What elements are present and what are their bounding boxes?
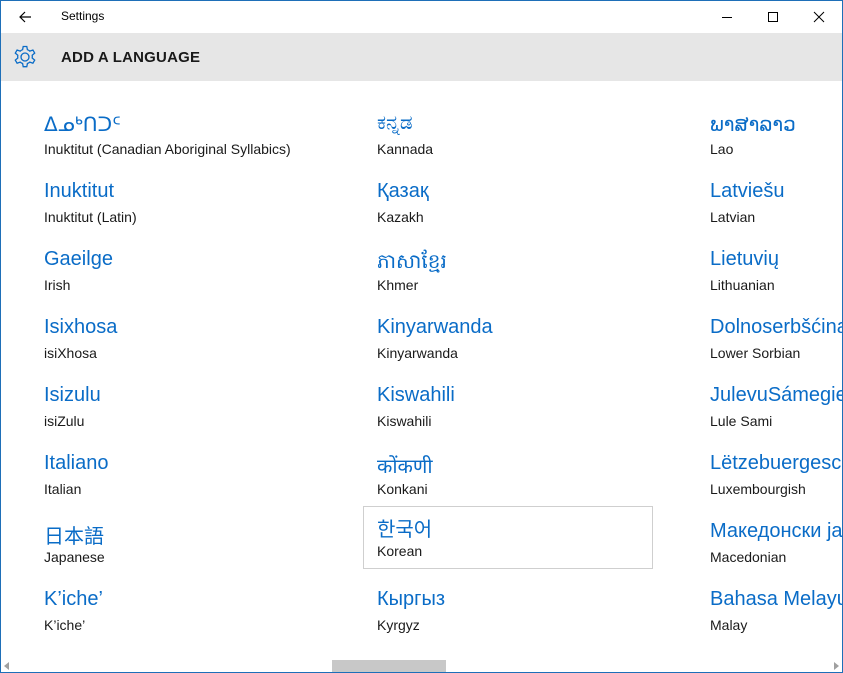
language-english-name: Kiswahili: [377, 413, 432, 429]
language-native-name: Inuktitut: [44, 180, 115, 202]
language-native-name: Bahasa Melayu: [710, 588, 842, 610]
language-tile[interactable]: Inuktitut Inuktitut (Latin): [33, 171, 323, 233]
language-native-name: Lietuvių: [710, 248, 779, 270]
language-tile[interactable]: K’iche’ K’iche’: [33, 579, 323, 641]
language-english-name: Inuktitut (Latin): [44, 209, 137, 225]
back-arrow-icon: [19, 11, 31, 23]
language-english-name: Inuktitut (Canadian Aboriginal Syllabics…: [44, 141, 291, 157]
language-tile[interactable]: Қазақ Kazakh: [366, 171, 656, 233]
language-tile[interactable]: ភាសាខ្មែរ Khmer: [366, 239, 656, 301]
language-english-name: Luxembourgish: [710, 481, 806, 497]
language-native-name: Lëtzebuergesch: [710, 452, 842, 474]
language-tile[interactable]: ພາສາລາວ Lao: [699, 103, 842, 165]
language-tile-selected[interactable]: 한국어 Korean: [363, 506, 653, 569]
language-native-name: ಕನ್ನಡ: [377, 112, 413, 134]
language-native-name: ພາສາລາວ: [710, 114, 796, 136]
scroll-thumb[interactable]: [332, 660, 446, 672]
language-english-name: Macedonian: [710, 549, 787, 565]
language-native-name: Isizulu: [44, 384, 101, 406]
language-tile[interactable]: Bahasa Melayu Malay: [699, 579, 842, 641]
language-native-name: Кыргыз: [377, 588, 445, 610]
language-tile[interactable]: Italiano Italian: [33, 443, 323, 505]
language-tile[interactable]: Lëtzebuergesch Luxembourgish: [699, 443, 842, 505]
language-english-name: Khmer: [377, 277, 419, 293]
scroll-right-icon[interactable]: [834, 662, 839, 670]
language-tile[interactable]: Isixhosa isiXhosa: [33, 307, 323, 369]
language-english-name: Kyrgyz: [377, 617, 420, 633]
language-tile[interactable]: Dolnoserbšćina Lower Sorbian: [699, 307, 842, 369]
language-english-name: Lithuanian: [710, 277, 775, 293]
language-native-name: Dolnoserbšćina: [710, 316, 842, 338]
language-english-name: Kannada: [377, 141, 434, 157]
maximize-icon: [768, 12, 778, 22]
language-tile[interactable]: Isizulu isiZulu: [33, 375, 323, 437]
back-button[interactable]: [9, 1, 41, 33]
gear-icon: [14, 45, 36, 68]
language-english-name: Lower Sorbian: [710, 345, 801, 361]
language-native-name: Қазақ: [377, 180, 429, 202]
language-tile[interactable]: Latviešu Latvian: [699, 171, 842, 233]
language-native-name: Italiano: [44, 452, 109, 474]
language-native-name: Gaeilge: [44, 248, 113, 270]
language-native-name: ᐃᓄᒃᑎᑐᑦ: [44, 114, 121, 136]
minimize-icon: [722, 17, 732, 18]
language-english-name: Malay: [710, 617, 748, 633]
language-native-name: ភាសាខ្មែរ: [377, 251, 447, 273]
title-bar: Settings: [1, 1, 842, 33]
language-english-name: Kazakh: [377, 209, 424, 225]
language-english-name: Lule Sami: [710, 413, 773, 429]
language-english-name: isiZulu: [44, 413, 85, 429]
close-icon: [813, 11, 825, 23]
language-english-name: Irish: [44, 277, 71, 293]
page-header: ADD A LANGUAGE: [1, 33, 842, 81]
language-tile[interactable]: ᐃᓄᒃᑎᑐᑦ Inuktitut (Canadian Aboriginal Sy…: [33, 103, 323, 165]
language-native-name: कोंकणी: [377, 456, 433, 478]
settings-window: Settings ADD A LANGUAGE ᐃᓄᒃᑎᑐᑦ Inuktitut…: [0, 0, 843, 673]
language-tile[interactable]: JulevuSámegiella Lule Sami: [699, 375, 842, 437]
language-native-name: Kiswahili: [377, 384, 455, 406]
maximize-button[interactable]: [750, 1, 796, 33]
language-tile[interactable]: 日本語 Japanese: [33, 511, 323, 573]
language-native-name: 한국어: [377, 519, 433, 541]
language-native-name: Isixhosa: [44, 316, 118, 338]
language-tile[interactable]: Kinyarwanda Kinyarwanda: [366, 307, 656, 369]
language-native-name: K’iche’: [44, 588, 103, 610]
app-title: Settings: [61, 9, 105, 23]
language-tile[interactable]: Gaeilge Irish: [33, 239, 323, 301]
scroll-left-icon[interactable]: [4, 662, 9, 670]
language-grid: ᐃᓄᒃᑎᑐᑦ Inuktitut (Canadian Aboriginal Sy…: [1, 81, 842, 661]
close-button[interactable]: [796, 1, 842, 33]
language-tile[interactable]: Lietuvių Lithuanian: [699, 239, 842, 301]
language-tile[interactable]: Кыргыз Kyrgyz: [366, 579, 656, 641]
language-native-name: Македонски јазик: [710, 520, 842, 542]
language-tile[interactable]: ಕನ್ನಡ Kannada: [366, 103, 656, 165]
language-tile[interactable]: Македонски јазик Macedonian: [699, 511, 842, 573]
language-english-name: Lao: [710, 141, 734, 157]
horizontal-scrollbar[interactable]: [1, 660, 842, 672]
language-native-name: Kinyarwanda: [377, 316, 493, 338]
language-english-name: Italian: [44, 481, 82, 497]
language-english-name: Konkani: [377, 481, 428, 497]
language-native-name: JulevuSámegiella: [710, 384, 842, 406]
language-native-name: 日本語: [44, 526, 104, 548]
language-tile[interactable]: Kiswahili Kiswahili: [366, 375, 656, 437]
language-english-name: isiXhosa: [44, 345, 97, 361]
language-english-name: K’iche’: [44, 617, 86, 633]
minimize-button[interactable]: [704, 1, 750, 33]
page-title: ADD A LANGUAGE: [61, 49, 201, 66]
language-english-name: Japanese: [44, 549, 105, 565]
language-tile[interactable]: कोंकणी Konkani: [366, 443, 656, 505]
language-english-name: Korean: [377, 543, 423, 559]
language-native-name: Latviešu: [710, 180, 785, 202]
language-english-name: Latvian: [710, 209, 756, 225]
language-english-name: Kinyarwanda: [377, 345, 458, 361]
